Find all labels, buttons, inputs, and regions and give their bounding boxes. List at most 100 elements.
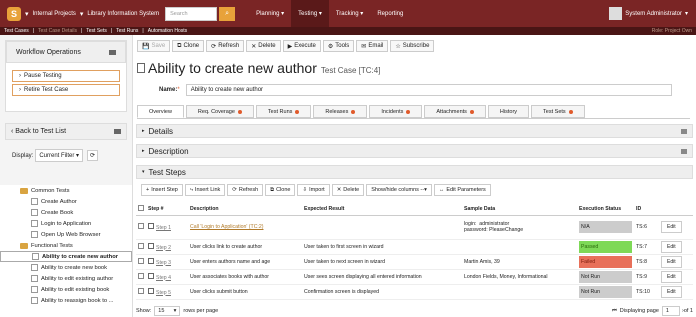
insert-link-button[interactable]: ⤷ Insert Link [184, 184, 226, 196]
row-checkbox[interactable] [138, 257, 144, 264]
step-link[interactable]: Step 4 [156, 275, 171, 281]
clone-button[interactable]: ⧉ Clone [172, 40, 205, 52]
crumb-test-runs[interactable]: Test Runs [112, 28, 142, 34]
edit-button[interactable]: Edit [661, 255, 682, 268]
table-row[interactable]: Step 3 User enters authors name and age Us… [136, 254, 693, 270]
email-button[interactable]: ✉ Email [356, 40, 389, 52]
step-link[interactable]: Step 2 [156, 245, 171, 251]
tab-releases[interactable]: Releases [313, 105, 368, 118]
table-row[interactable]: Step 2 User clicks link to create author U… [136, 239, 693, 255]
project-selector[interactable]: Internal Projects [33, 11, 76, 17]
table-row[interactable]: Step 5 User clicks submit button Confirmat… [136, 284, 693, 300]
print-icon[interactable] [681, 128, 687, 134]
first-page-icon[interactable]: ⏮ [612, 308, 617, 315]
crumb-test-cases[interactable]: Test Cases [0, 28, 33, 34]
section-details[interactable]: ▸ Details [136, 124, 693, 138]
step-link[interactable]: Step 3 [156, 260, 171, 266]
subscribe-button[interactable]: ☆ Subscribe [390, 40, 435, 52]
col-expected[interactable]: Expected Result [302, 203, 462, 216]
user-menu[interactable]: System Administrator ▾ [609, 7, 688, 20]
tab-incidents[interactable]: Incidents [369, 105, 423, 118]
tree-item[interactable]: Ability to edit existing author [0, 273, 132, 284]
tree-folder[interactable]: Functional Tests [0, 240, 132, 251]
tree-item[interactable]: Open Up Web Browser [0, 229, 132, 240]
col-status[interactable]: Execution Status [577, 203, 634, 216]
col-id[interactable]: ID [634, 203, 659, 216]
edit-button[interactable]: Edit [661, 285, 682, 298]
refresh-button[interactable]: ⟳ Refresh [227, 184, 264, 196]
back-to-test-list-link[interactable]: ‹ Back to Test List [11, 128, 66, 135]
display-filter-select[interactable]: Current Filter ▾ [35, 149, 84, 162]
page-number-input[interactable]: 1 [661, 306, 680, 316]
tab-test-runs[interactable]: Test Runs [255, 105, 312, 118]
crumb-test-sets[interactable]: Test Sets [82, 28, 111, 34]
tree-item[interactable]: Create Author [0, 196, 132, 207]
tools-button[interactable]: ⚙ Tools [322, 40, 355, 52]
collapse-icon[interactable] [114, 129, 121, 134]
tree-item[interactable]: Create Book [0, 207, 132, 218]
table-row[interactable]: Step 4 User associates books with author U… [136, 269, 693, 285]
chevron-down-icon[interactable]: ▾ [25, 10, 29, 18]
app-logo[interactable]: S [7, 6, 21, 21]
menu-testing[interactable]: Testing ▾ [291, 0, 329, 27]
step-link[interactable]: Step 1 [156, 225, 171, 231]
clone-button[interactable]: ⧉ Clone [265, 184, 296, 196]
tab-test-sets[interactable]: Test Sets [531, 105, 585, 118]
left-sidebar: Workflow Operations › Pause Testing › Reti… [0, 35, 133, 317]
tab-overview[interactable]: Overview [137, 105, 184, 118]
edit-button[interactable]: Edit [661, 270, 682, 283]
table-row[interactable]: Step 1 Call 'Login to Application' (TC:2)… [136, 215, 693, 240]
section-test-steps[interactable]: ▾ Test Steps [136, 165, 693, 179]
insert-step-button[interactable]: + Insert Step [141, 184, 183, 196]
step-link[interactable]: Step 5 [156, 290, 171, 296]
show-hide-columns-button[interactable]: Show/hide columns -- ▾ [366, 184, 432, 196]
edit-button[interactable]: Edit [661, 240, 682, 253]
edit-parameters-button[interactable]: ↔ Edit Parameters [433, 184, 491, 196]
menu-planning[interactable]: Planning ▾ [249, 0, 291, 27]
import-button[interactable]: ⇩ Import [297, 184, 330, 196]
save-button[interactable]: 💾 Save [137, 40, 171, 52]
tree-item[interactable]: Ability to reassign book to ... [0, 295, 132, 306]
tree-item[interactable]: Login to Application [0, 218, 132, 229]
display-filter: Display: Current Filter ▾ ⟳ [12, 149, 99, 162]
row-checkbox[interactable] [138, 272, 144, 279]
section-description[interactable]: ▸ Description [136, 144, 693, 158]
print-icon[interactable] [681, 148, 687, 154]
delete-button[interactable]: ✕ Delete [331, 184, 365, 196]
crumb-automation-hosts[interactable]: Automation Hosts [144, 28, 191, 34]
crumb-test-case-details[interactable]: Test Case Details [34, 28, 81, 34]
tree-item[interactable]: Ability to create new author [0, 251, 132, 262]
rows-per-page-select[interactable]: 15 ▾ [154, 306, 181, 316]
select-all-checkbox[interactable] [136, 203, 146, 216]
row-checkbox[interactable] [138, 242, 144, 249]
collapse-icon[interactable] [109, 49, 116, 55]
delete-button[interactable]: ✕ Delete [246, 40, 281, 52]
clone-icon: ⧉ [270, 186, 275, 193]
col-description[interactable]: Description [188, 203, 302, 216]
pause-testing-button[interactable]: › Pause Testing [12, 70, 120, 82]
col-step[interactable]: Step # [146, 203, 188, 216]
edit-button[interactable]: Edit [661, 221, 682, 233]
search-button[interactable]: ⌕ [219, 6, 236, 21]
tab-history[interactable]: History [487, 105, 530, 118]
menu-reporting[interactable]: Reporting [370, 0, 410, 27]
tree-folder[interactable]: Common Tests [0, 185, 132, 196]
tab-req-coverage[interactable]: Req. Coverage [185, 105, 254, 118]
tab-attachments[interactable]: Attachments [424, 105, 486, 118]
tree-item[interactable]: Ability to create new book [0, 262, 132, 273]
search-input[interactable]: Search [165, 6, 218, 21]
refresh-icon[interactable]: ⟳ [87, 150, 99, 161]
back-to-list-bar: ‹ Back to Test List [5, 123, 127, 140]
name-input[interactable]: Ability to create new author [185, 84, 672, 96]
step-description[interactable]: Call 'Login to Application' (TC:2) [190, 224, 264, 230]
system-selector[interactable]: Library Information System [87, 11, 159, 17]
execute-button[interactable]: ▶ Execute [282, 40, 321, 52]
row-checkbox[interactable] [138, 287, 144, 294]
refresh-button[interactable]: ⟳ Refresh [206, 40, 245, 52]
row-checkbox[interactable] [138, 223, 144, 229]
chevron-down-icon[interactable]: ▾ [80, 10, 84, 18]
retire-test-case-button[interactable]: › Retire Test Case [12, 84, 120, 96]
menu-tracking[interactable]: Tracking ▾ [329, 0, 370, 27]
tree-item[interactable]: Ability to edit existing book [0, 284, 132, 295]
col-sample-data[interactable]: Sample Data [462, 203, 577, 216]
